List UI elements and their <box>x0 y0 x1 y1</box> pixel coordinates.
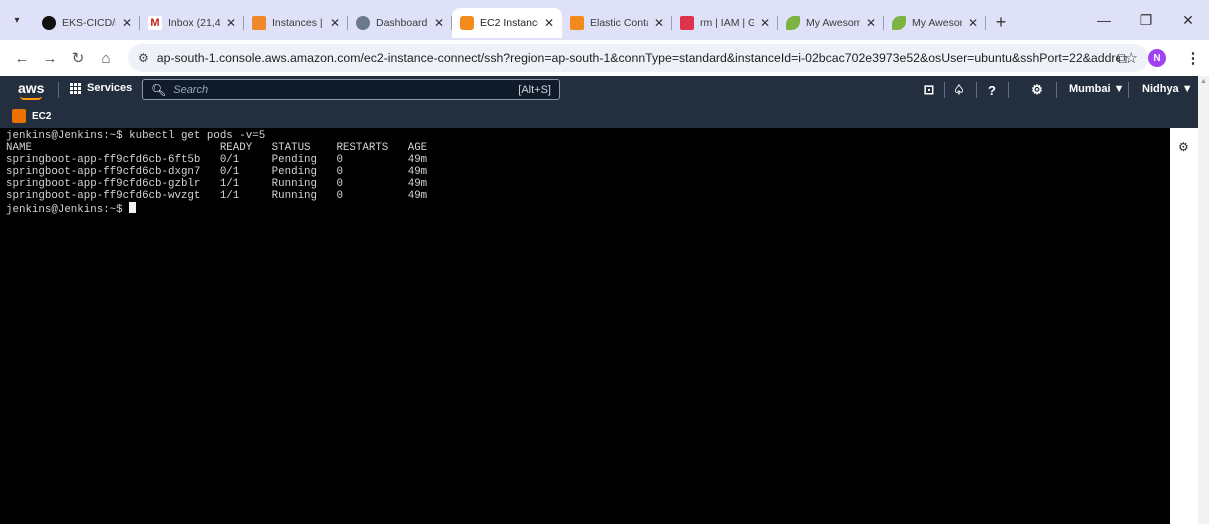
terminal-prompt: jenkins@Jenkins:~$ <box>6 204 130 216</box>
ec2-service-icon <box>12 109 26 123</box>
browser-tab[interactable]: Elastic Conta ✕ <box>562 8 672 38</box>
terminal-output-line: springboot-app-ff9cfd6cb-gzblr 1/1 Runni… <box>6 178 428 190</box>
search-icon: 🔍︎ <box>151 82 167 97</box>
tab-title: My Awesom <box>912 17 962 29</box>
notifications-bell-icon[interactable]: ♤ <box>950 82 968 98</box>
tab-close-icon[interactable]: ✕ <box>654 16 664 30</box>
tab-close-icon[interactable]: ✕ <box>122 16 132 30</box>
site-info-icon[interactable]: ⚙ <box>138 51 149 65</box>
leaf-icon <box>892 16 906 30</box>
settings-gear-icon[interactable]: ⚙ <box>1028 82 1046 98</box>
forward-icon[interactable]: → <box>36 44 64 72</box>
aws-icon <box>252 16 266 30</box>
reload-icon[interactable]: ↻ <box>64 44 92 72</box>
browser-tab-strip: ▾ EKS-CICD/sr✕MInbox (21,44✕Instances | … <box>0 0 1209 40</box>
browser-tab[interactable]: Instances | E ✕ <box>244 8 348 38</box>
ec2-icon <box>460 16 474 30</box>
service-breadcrumb-bar: EC2 <box>0 104 1198 128</box>
aws-logo[interactable]: aws <box>18 80 44 100</box>
tab-title: Inbox (21,44 <box>168 17 220 29</box>
browser-tab[interactable]: My Awesom ✕ <box>884 8 986 38</box>
browser-toolbar: ← → ↻ ⌂ ⚙ ap-south-1.console.aws.amazon.… <box>0 40 1209 76</box>
ec2-service-label[interactable]: EC2 <box>32 111 51 122</box>
browser-tab[interactable]: My Awesom ✕ <box>778 8 884 38</box>
search-shortcut-hint: [Alt+S] <box>518 83 551 96</box>
tab-close-icon[interactable]: ✕ <box>866 16 876 30</box>
new-tab-button[interactable]: + <box>986 7 1016 37</box>
terminal-side-panel: ⚙ <box>1170 128 1198 524</box>
terminal-output-line: springboot-app-ff9cfd6cb-wvzgt 1/1 Runni… <box>6 190 428 202</box>
browser-tab[interactable]: Dashboard | ✕ <box>348 8 452 38</box>
leaf-icon <box>786 16 800 30</box>
dashboard-icon <box>356 16 370 30</box>
cloudshell-icon[interactable]: ⊡ <box>920 82 938 98</box>
aws-search-input[interactable]: 🔍︎ Search [Alt+S] <box>142 79 560 100</box>
terminal-output-line: springboot-app-ff9cfd6cb-6ft5b 0/1 Pendi… <box>6 154 428 166</box>
browser-menu-icon[interactable]: ⋮ <box>1183 44 1203 72</box>
extensions-icon[interactable]: ⧉ <box>1108 44 1136 72</box>
terminal-settings-icon[interactable]: ⚙ <box>1178 140 1189 154</box>
back-icon[interactable]: ← <box>8 44 36 72</box>
tab-search-icon[interactable]: ▾ <box>0 0 34 40</box>
terminal-prompt-line: jenkins@Jenkins:~$ <box>6 202 1170 216</box>
tab-title: rm | IAM | Gl <box>700 17 754 29</box>
github-icon <box>42 16 56 30</box>
restore-icon[interactable]: ❐ <box>1125 0 1167 40</box>
page-scrollbar[interactable]: ▲ <box>1198 76 1209 524</box>
tab-close-icon[interactable]: ✕ <box>968 16 978 30</box>
browser-tab[interactable]: rm | IAM | Gl ✕ <box>672 8 778 38</box>
browser-tab[interactable]: M Inbox (21,44 ✕ <box>140 8 244 38</box>
tab-close-icon[interactable]: ✕ <box>544 16 554 30</box>
gmail-icon: M <box>148 16 162 30</box>
ssh-terminal[interactable]: jenkins@Jenkins:~$ kubectl get pods -v=5… <box>0 128 1170 524</box>
ecs-icon <box>570 16 584 30</box>
tab-title: My Awesom <box>806 17 860 29</box>
browser-tab[interactable]: EKS-CICD/sr ✕ <box>34 8 140 38</box>
help-icon[interactable]: ? <box>983 82 1001 98</box>
services-menu-button[interactable]: Services <box>70 82 132 94</box>
close-window-icon[interactable]: ✕ <box>1167 0 1209 40</box>
terminal-output-line: NAME READY STATUS RESTARTS AGE <box>6 142 428 154</box>
tab-title: Instances | E <box>272 17 324 29</box>
iam-icon <box>680 16 694 30</box>
tab-title: Dashboard | <box>376 17 428 29</box>
browser-tab[interactable]: EC2 Instance ✕ <box>452 8 562 38</box>
aws-console-header: aws Services 🔍︎ Search [Alt+S] ⊡ ♤ ? ⚙ M… <box>0 76 1198 104</box>
address-bar[interactable]: ⚙ ap-south-1.console.aws.amazon.com/ec2-… <box>128 44 1148 72</box>
profile-avatar[interactable]: N <box>1148 49 1166 67</box>
tab-title: EC2 Instance <box>480 17 538 29</box>
region-selector[interactable]: Mumbai ▼ <box>1069 83 1125 95</box>
window-controls: — ❐ ✕ <box>1083 0 1209 40</box>
account-menu[interactable]: Nidhya ▼ <box>1142 83 1193 95</box>
tab-title: Elastic Conta <box>590 17 648 29</box>
tab-close-icon[interactable]: ✕ <box>226 16 236 30</box>
tab-title: EKS-CICD/sr <box>62 17 116 29</box>
tab-close-icon[interactable]: ✕ <box>330 16 340 30</box>
services-grid-icon <box>70 82 81 94</box>
terminal-output-line: springboot-app-ff9cfd6cb-dxgn7 0/1 Pendi… <box>6 166 428 178</box>
minimize-icon[interactable]: — <box>1083 0 1125 40</box>
url-text[interactable]: ap-south-1.console.aws.amazon.com/ec2-in… <box>157 51 1119 65</box>
terminal-output-line: jenkins@Jenkins:~$ kubectl get pods -v=5 <box>6 130 266 142</box>
terminal-cursor <box>129 202 137 213</box>
home-icon[interactable]: ⌂ <box>92 44 120 72</box>
tab-close-icon[interactable]: ✕ <box>434 16 444 30</box>
tab-close-icon[interactable]: ✕ <box>760 16 770 30</box>
